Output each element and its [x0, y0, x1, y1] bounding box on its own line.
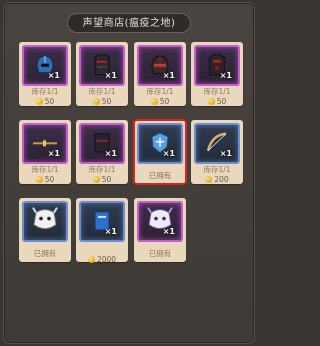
item-price: 50: [19, 97, 71, 106]
item-slot: ×1: [194, 45, 240, 86]
wand-icon: [33, 139, 57, 146]
shop-item[interactable]: ×1 库存1/1 50: [19, 42, 71, 106]
item-quantity: ×1: [162, 227, 175, 236]
item-price: 50: [19, 175, 71, 184]
shop-item[interactable]: ×1 2000: [76, 198, 128, 264]
item-owned-label: 已拥有: [148, 249, 172, 258]
shop-item[interactable]: ×1 库存1/1 50: [76, 42, 128, 106]
coin-icon: [205, 176, 213, 183]
item-stock: 库存1/1: [88, 87, 116, 96]
coin-icon: [35, 176, 43, 183]
item-stock: 库存1/1: [146, 87, 174, 96]
item-slot: ×1: [79, 123, 125, 164]
shop-item[interactable]: ×1 已拥有: [134, 198, 186, 262]
item-quantity: ×1: [219, 149, 232, 158]
shop-item[interactable]: ×1 库存1/1 50: [134, 42, 186, 106]
shop-item-selected[interactable]: ×1 已拥有: [133, 119, 187, 185]
item-slot: ×1: [194, 123, 240, 164]
item-quantity: ×1: [219, 71, 232, 80]
shop-item[interactable]: ×1 库存1/1 200: [191, 120, 243, 184]
item-quantity: ×1: [162, 71, 175, 80]
shop-item[interactable]: ×1 库存1/1 50: [76, 120, 128, 184]
item-stock: 库存1/1: [203, 87, 231, 96]
item-stock: 库存1/1: [88, 165, 116, 174]
item-quantity: ×1: [104, 149, 117, 158]
item-owned-label: 已拥有: [148, 171, 172, 180]
beast-mount-icon: [32, 206, 58, 229]
item-price: 50: [134, 97, 186, 106]
item-price: 50: [76, 97, 128, 106]
item-stock: 库存1/1: [31, 87, 59, 96]
shop-item[interactable]: 已拥有: [19, 198, 71, 262]
item-slot: ×1: [137, 201, 183, 242]
item-slot: ×1: [79, 201, 125, 242]
coin-icon: [150, 98, 158, 105]
item-quantity: ×1: [104, 227, 117, 236]
coin-icon: [92, 98, 100, 105]
item-slot: ×1: [137, 123, 183, 164]
item-price: 50: [76, 175, 128, 184]
item-stock: 库存1/1: [31, 165, 59, 174]
item-owned-label: 已拥有: [33, 249, 57, 258]
item-slot: ×1: [137, 45, 183, 86]
item-quantity: ×1: [104, 71, 117, 80]
item-slot: ×1: [22, 45, 68, 86]
item-slot: ×1: [22, 123, 68, 164]
item-stock: 库存1/1: [203, 165, 231, 174]
item-price: 200: [191, 175, 243, 184]
coin-icon: [207, 98, 215, 105]
coin-icon: [35, 98, 43, 105]
shop-item[interactable]: ×1 库存1/1 50: [19, 120, 71, 184]
item-quantity: ×1: [162, 149, 175, 158]
item-slot: [22, 201, 68, 242]
coin-icon: [92, 176, 100, 183]
item-slot: ×1: [79, 45, 125, 86]
item-price: 50: [191, 97, 243, 106]
item-quantity: ×1: [47, 71, 60, 80]
shop-title: 声望商店(瘟疫之地): [67, 13, 191, 33]
coin-icon: [87, 256, 95, 263]
shop-item[interactable]: ×1 库存1/1 50: [191, 42, 243, 106]
item-quantity: ×1: [47, 149, 60, 158]
item-price: 2000: [76, 255, 128, 264]
